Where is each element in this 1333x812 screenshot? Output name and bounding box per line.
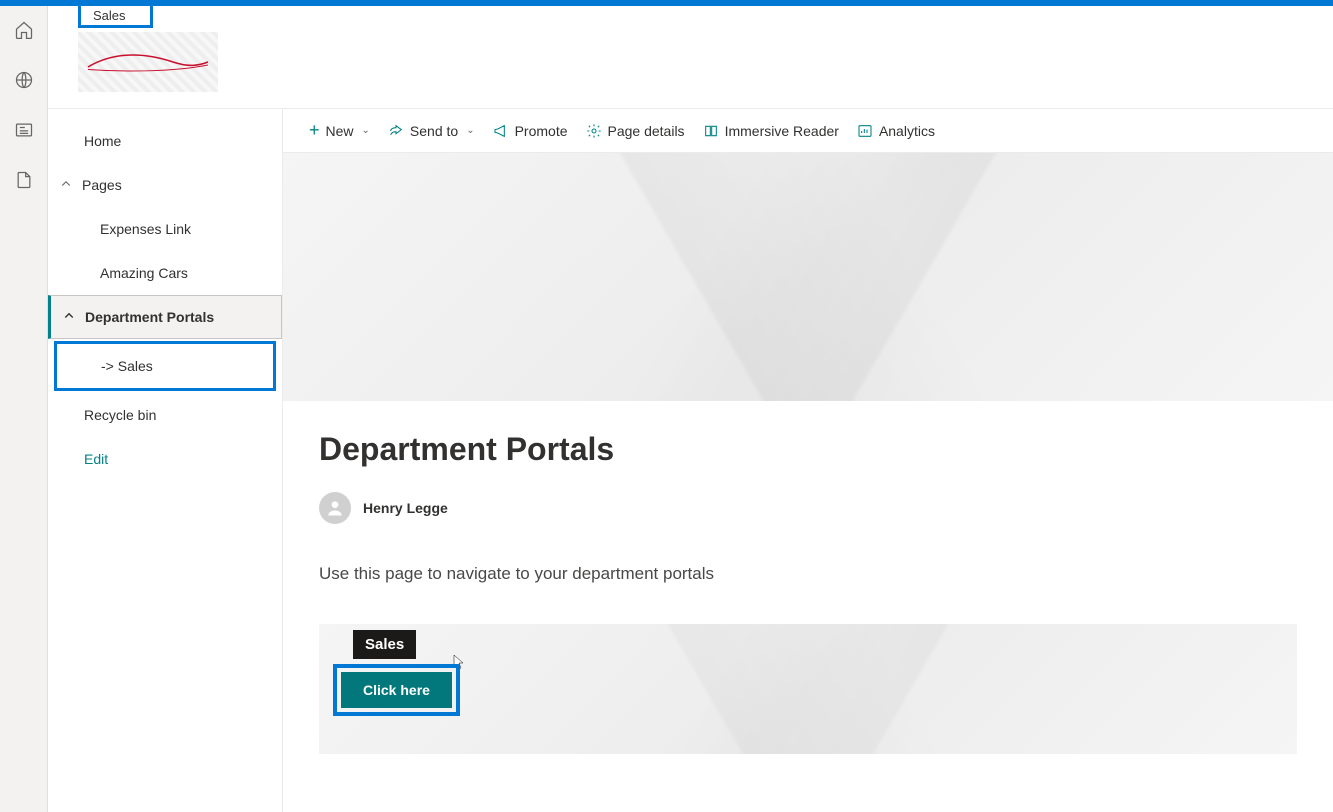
plus-icon: +	[309, 120, 320, 141]
command-bar: + New ⌄ Send to ⌄ Promote	[283, 109, 1333, 153]
nav-recycle-bin[interactable]: Recycle bin	[48, 393, 282, 437]
nav-pages[interactable]: Pages	[48, 163, 282, 207]
nav-pages-label: Pages	[82, 177, 122, 193]
nav-sales-highlight: -> Sales	[54, 341, 276, 391]
gear-icon	[586, 123, 602, 139]
click-here-highlight: Click here	[333, 664, 460, 716]
nav-amazing-cars[interactable]: Amazing Cars	[48, 251, 282, 295]
nav-home[interactable]: Home	[48, 119, 282, 163]
analytics-button[interactable]: Analytics	[855, 123, 937, 139]
send-to-button[interactable]: Send to ⌄	[386, 123, 477, 139]
page-details-button[interactable]: Page details	[584, 123, 687, 139]
nav-edit[interactable]: Edit	[48, 437, 282, 481]
chevron-up-icon	[60, 177, 74, 193]
hero-banner	[283, 153, 1333, 401]
nav-dept-label: Department Portals	[85, 309, 214, 325]
nav-sales[interactable]: -> Sales	[57, 344, 273, 388]
sales-tab[interactable]: Sales	[78, 6, 153, 28]
click-here-button[interactable]: Click here	[341, 672, 452, 708]
page-title: Department Portals	[319, 431, 1297, 468]
promote-label: Promote	[515, 123, 568, 139]
nav-expenses[interactable]: Expenses Link	[48, 207, 282, 251]
page-content: + New ⌄ Send to ⌄ Promote	[283, 109, 1333, 812]
app-rail	[0, 6, 48, 812]
analytics-label: Analytics	[879, 123, 935, 139]
chevron-down-icon: ⌄	[362, 125, 370, 136]
send-to-label: Send to	[410, 123, 458, 139]
new-button[interactable]: + New ⌄	[307, 120, 372, 141]
immersive-label: Immersive Reader	[725, 123, 839, 139]
quick-launch-nav: Home Pages Expenses Link Amazing Cars De…	[48, 109, 283, 812]
author-block: Henry Legge	[319, 492, 1297, 524]
author-name: Henry Legge	[363, 500, 448, 516]
home-icon[interactable]	[14, 20, 34, 40]
megaphone-icon	[493, 123, 509, 139]
avatar[interactable]	[319, 492, 351, 524]
globe-icon[interactable]	[14, 70, 34, 90]
chevron-up-icon	[63, 309, 77, 325]
immersive-reader-button[interactable]: Immersive Reader	[701, 123, 841, 139]
analytics-icon	[857, 123, 873, 139]
details-label: Page details	[608, 123, 685, 139]
chevron-down-icon: ⌄	[466, 125, 474, 136]
nav-department-portals[interactable]: Department Portals	[48, 295, 282, 339]
reader-icon	[703, 123, 719, 139]
site-header: Sales	[48, 6, 1333, 109]
site-logo[interactable]	[78, 32, 218, 92]
new-label: New	[326, 123, 354, 139]
news-icon[interactable]	[14, 120, 34, 140]
page-description: Use this page to navigate to your depart…	[319, 564, 1297, 584]
sales-tooltip: Sales	[353, 630, 416, 659]
promote-button[interactable]: Promote	[491, 123, 570, 139]
share-icon	[388, 123, 404, 139]
file-icon[interactable]	[14, 170, 34, 190]
tile-area: Sales Click here	[319, 624, 1297, 754]
